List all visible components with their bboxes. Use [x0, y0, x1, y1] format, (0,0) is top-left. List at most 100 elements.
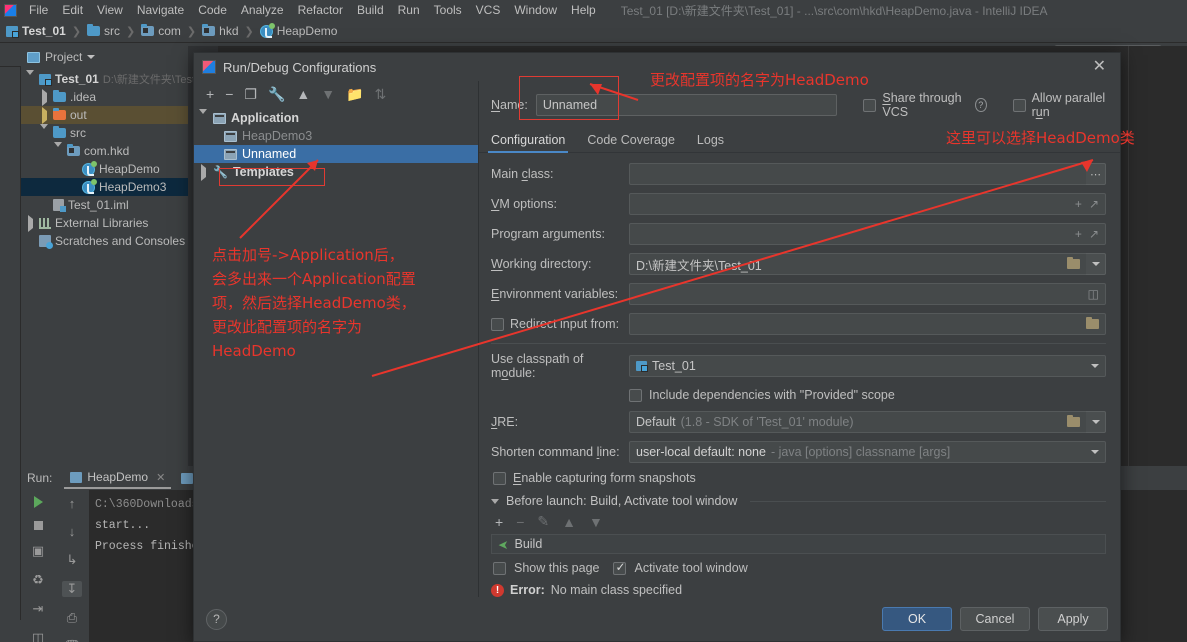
scroll-down-icon[interactable]: ↓	[62, 524, 82, 539]
print-icon[interactable]: ⎙	[62, 610, 82, 626]
tree-expander-icon[interactable]	[53, 141, 63, 156]
menu-item-help[interactable]: Help	[564, 1, 603, 19]
collapse-icon[interactable]	[491, 498, 499, 504]
config-node-heapdemo3[interactable]: HeapDemo3	[194, 127, 478, 145]
name-input[interactable]: Unnamed	[535, 94, 838, 116]
module-classpath-select[interactable]: Test_01	[629, 355, 1106, 377]
vm-options-input[interactable]: + ↗	[629, 193, 1106, 215]
folder-browse-icon[interactable]	[1067, 415, 1080, 427]
move-up-icon[interactable]: ▲	[562, 514, 576, 530]
thread-dump-icon[interactable]: ⇥	[28, 601, 48, 617]
apply-button[interactable]: Apply	[1038, 607, 1108, 631]
run-tab-heapdemo[interactable]: HeapDemo ✕	[64, 467, 172, 489]
allow-parallel-option[interactable]: Allow parallel run	[1012, 91, 1108, 119]
menu-item-build[interactable]: Build	[350, 1, 391, 19]
working-directory-input[interactable]: D:\新建文件夹\Test_01	[629, 253, 1086, 275]
cancel-button[interactable]: Cancel	[960, 607, 1030, 631]
move-down-icon[interactable]: ▼	[589, 514, 603, 530]
tree-node-heapdemo3[interactable]: HeapDemo3	[21, 178, 188, 196]
soft-wrap-icon[interactable]: ↳	[62, 552, 82, 568]
shorten-command-line-select[interactable]: user-local default: none - java [options…	[629, 441, 1106, 463]
tree-node-iml[interactable]: Test_01.iml	[21, 196, 188, 214]
remove-icon[interactable]: −	[225, 86, 233, 102]
allow-parallel-checkbox[interactable]	[1012, 98, 1026, 112]
folder-browse-icon[interactable]	[1067, 257, 1080, 269]
add-icon[interactable]: +	[495, 514, 503, 530]
breadcrumb-item-com[interactable]: com	[141, 24, 181, 38]
tree-expander-icon[interactable]	[25, 214, 35, 232]
tree-node-test01[interactable]: Test_01 D:\新建文件夹\Test_0	[21, 69, 207, 88]
jre-select[interactable]: Default (1.8 - SDK of 'Test_01' module)	[629, 411, 1086, 433]
sort-icon[interactable]: ⇅	[375, 86, 387, 103]
tree-expander-icon[interactable]	[198, 163, 208, 181]
move-down-icon[interactable]: ▼	[321, 86, 335, 102]
chevron-down-icon[interactable]	[1091, 450, 1099, 454]
close-icon[interactable]: ✕	[1087, 57, 1112, 77]
run-play-icon[interactable]	[28, 496, 48, 508]
stop-icon[interactable]	[28, 521, 48, 530]
gc-icon[interactable]: ♻	[28, 572, 48, 588]
menu-item-run[interactable]: Run	[391, 1, 427, 19]
chevron-down-icon[interactable]	[87, 55, 96, 59]
share-vcs-option[interactable]: Share through VCS ?	[863, 91, 987, 119]
expand-icon[interactable]: ↗	[1089, 227, 1099, 241]
tab-code-coverage[interactable]: Code Coverage	[587, 133, 675, 152]
program-arguments-input[interactable]: + ↗	[629, 223, 1106, 245]
menu-item-analyze[interactable]: Analyze	[234, 1, 291, 19]
include-provided-row[interactable]: Include dependencies with "Provided" sco…	[629, 388, 1106, 402]
tree-node-src[interactable]: src	[21, 123, 188, 142]
new-folder-icon[interactable]: 📁	[346, 86, 363, 103]
config-node-templates[interactable]: 🔧 Templates	[194, 163, 478, 181]
expand-icon[interactable]: ↗	[1089, 197, 1099, 211]
tree-node-out[interactable]: out	[21, 106, 188, 124]
chevron-down-icon[interactable]	[1091, 364, 1099, 368]
edit-icon[interactable]: ✎	[537, 513, 549, 530]
enable-snapshots-checkbox[interactable]	[493, 471, 506, 485]
menu-item-vcs[interactable]: VCS	[469, 1, 508, 19]
main-class-browse-button[interactable]: ⋯	[1086, 163, 1106, 185]
tree-expander-icon[interactable]	[39, 106, 49, 124]
tab-logs[interactable]: Logs	[697, 133, 724, 152]
menu-item-code[interactable]: Code	[191, 1, 234, 19]
folder-browse-icon[interactable]	[1086, 317, 1099, 329]
layout-icon[interactable]: ◫	[28, 630, 48, 642]
menu-item-navigate[interactable]: Navigate	[130, 1, 191, 19]
close-icon[interactable]: ✕	[156, 471, 165, 484]
menu-item-tools[interactable]: Tools	[427, 1, 469, 19]
before-launch-item-build[interactable]: ➤ Build	[491, 534, 1106, 554]
menu-item-view[interactable]: View	[90, 1, 130, 19]
tab-configuration[interactable]: Configuration	[487, 133, 569, 153]
scroll-up-icon[interactable]: ↑	[62, 496, 82, 511]
help-button[interactable]: ?	[206, 608, 227, 630]
help-question-icon[interactable]: ?	[974, 98, 987, 112]
breadcrumb-item-src[interactable]: src	[87, 24, 120, 38]
breadcrumb-item-class[interactable]: HeapDemo	[259, 22, 337, 38]
main-class-input[interactable]	[629, 163, 1086, 185]
tree-expander-icon[interactable]	[39, 123, 49, 138]
edit-templates-icon[interactable]: 🔧	[268, 86, 285, 103]
tree-expander-icon[interactable]	[39, 88, 49, 106]
include-provided-checkbox[interactable]	[629, 388, 642, 402]
tree-expander-icon[interactable]	[198, 108, 208, 123]
menu-item-file[interactable]: File	[22, 1, 55, 19]
working-directory-dropdown[interactable]	[1086, 253, 1106, 275]
before-launch-header[interactable]: Before launch: Build, Activate tool wind…	[491, 494, 1106, 508]
ok-button[interactable]: OK	[882, 607, 952, 631]
redirect-input-checkbox[interactable]	[491, 317, 504, 331]
breadcrumb-item-module[interactable]: Test_01	[6, 24, 66, 38]
remove-icon[interactable]: −	[516, 514, 524, 530]
redirect-input-field[interactable]	[629, 313, 1106, 335]
tree-node-idea[interactable]: .idea	[21, 88, 188, 106]
menu-item-refactor[interactable]: Refactor	[291, 1, 350, 19]
tree-node-scratches[interactable]: Scratches and Consoles	[21, 232, 188, 250]
tree-expander-icon[interactable]	[25, 69, 35, 84]
env-editor-icon[interactable]: ◫	[1088, 287, 1099, 301]
add-macro-icon[interactable]: +	[1075, 227, 1082, 241]
camera-icon[interactable]: ▣	[28, 543, 48, 559]
menu-item-edit[interactable]: Edit	[55, 1, 90, 19]
add-macro-icon[interactable]: +	[1075, 197, 1082, 211]
environment-variables-input[interactable]: ◫	[629, 283, 1106, 305]
tree-node-heapdemo[interactable]: HeapDemo	[21, 160, 188, 178]
show-this-page-checkbox[interactable]	[493, 561, 506, 575]
copy-icon[interactable]: ❐	[244, 86, 257, 103]
